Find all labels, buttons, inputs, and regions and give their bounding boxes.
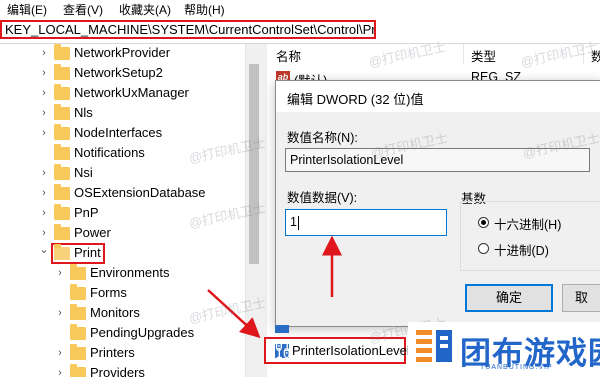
annotation-arrows <box>207 235 342 339</box>
site-logo: 团布游戏园 TUANBUTING.VIP <box>408 322 600 377</box>
logo-subtext: TUANBUTING.VIP <box>480 364 553 371</box>
logo-mark-icon <box>416 330 452 362</box>
